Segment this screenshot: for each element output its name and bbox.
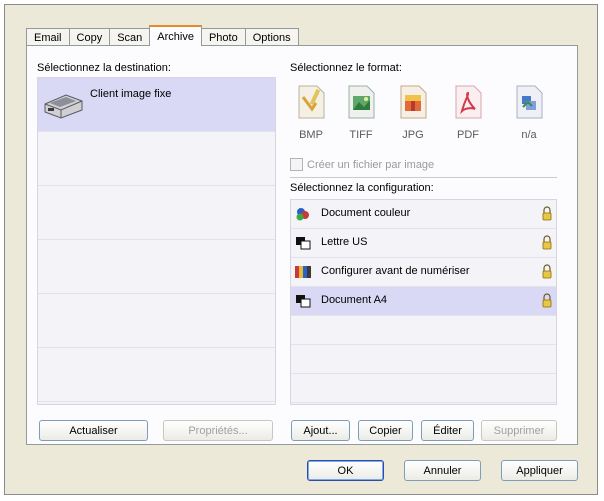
- jpg-file-icon: [396, 83, 430, 121]
- configuration-item-selected[interactable]: Document A4: [291, 287, 556, 316]
- format-label: TIFF: [349, 129, 373, 141]
- format-option-na[interactable]: n/a: [509, 83, 549, 141]
- refresh-button[interactable]: Actualiser: [39, 420, 148, 441]
- destination-empty-row: [38, 240, 275, 294]
- tiff-file-icon: [344, 83, 378, 121]
- lock-icon: [542, 264, 552, 279]
- apply-button[interactable]: Appliquer: [501, 460, 578, 481]
- divider: [290, 177, 557, 178]
- lock-icon: [542, 206, 552, 221]
- tab-copy[interactable]: Copy: [68, 28, 111, 46]
- properties-button[interactable]: Propriétés...: [163, 420, 273, 441]
- configuration-item-label: Document couleur: [321, 207, 411, 219]
- configuration-item-label: Lettre US: [321, 236, 368, 248]
- tab-archive[interactable]: Archive: [149, 25, 202, 46]
- lock-icon: [542, 235, 552, 250]
- checkbox-box[interactable]: [290, 158, 303, 171]
- configuration-empty-row: [291, 345, 556, 374]
- tab-bar: Email Copy Scan Archive Photo Options: [26, 25, 299, 46]
- lock-icon: [542, 293, 552, 308]
- tab-email[interactable]: Email: [26, 28, 70, 46]
- configure-icon: [295, 265, 311, 279]
- destination-heading: Sélectionnez la destination:: [37, 62, 171, 74]
- configuration-item-label: Document A4: [321, 294, 388, 306]
- add-button[interactable]: Ajout...: [291, 420, 350, 441]
- format-label: PDF: [457, 129, 479, 141]
- destination-item-label: Client image fixe: [90, 88, 172, 100]
- format-label: n/a: [521, 129, 537, 141]
- format-option-pdf[interactable]: PDF: [448, 83, 488, 141]
- tab-scan[interactable]: Scan: [109, 28, 151, 46]
- delete-button[interactable]: Supprimer: [481, 420, 557, 441]
- configuration-empty-row: [291, 374, 556, 403]
- format-label: BMP: [299, 129, 323, 141]
- destination-list[interactable]: Client image fixe: [37, 77, 276, 405]
- configuration-heading: Sélectionnez la configuration:: [290, 182, 434, 194]
- edit-button[interactable]: Éditer: [421, 420, 474, 441]
- tab-photo[interactable]: Photo: [200, 28, 246, 46]
- destination-empty-row: [38, 294, 275, 348]
- one-file-per-image-checkbox[interactable]: Créer un fichier par image: [290, 158, 434, 171]
- bmp-file-icon: [294, 83, 328, 121]
- destination-empty-row: [38, 348, 275, 402]
- configuration-item[interactable]: Configurer avant de numériser: [291, 258, 556, 287]
- color-document-icon: [295, 207, 311, 221]
- bw-document-icon: [295, 236, 311, 250]
- format-option-tiff[interactable]: TIFF: [341, 83, 381, 141]
- destination-empty-row: [38, 132, 275, 186]
- scanner-icon: [42, 90, 84, 123]
- configuration-list[interactable]: Document couleur Lettre US Configurer av…: [290, 199, 557, 405]
- ok-button[interactable]: OK: [307, 460, 384, 481]
- format-label: JPG: [402, 129, 424, 141]
- tab-options[interactable]: Options: [244, 28, 299, 46]
- destination-item[interactable]: Client image fixe: [38, 78, 275, 132]
- configuration-empty-row: [291, 316, 556, 345]
- pdf-file-icon: [451, 83, 485, 121]
- na-file-icon: [512, 83, 546, 121]
- destination-empty-row: [38, 402, 275, 404]
- destination-empty-row: [38, 186, 275, 240]
- checkbox-label: Créer un fichier par image: [307, 158, 435, 171]
- format-heading: Sélectionnez le format:: [290, 62, 402, 74]
- configuration-item[interactable]: Document couleur: [291, 200, 556, 229]
- format-option-jpg[interactable]: JPG: [393, 83, 433, 141]
- cancel-button[interactable]: Annuler: [404, 460, 481, 481]
- configuration-item[interactable]: Lettre US: [291, 229, 556, 258]
- copy-button[interactable]: Copier: [358, 420, 413, 441]
- format-option-bmp[interactable]: BMP: [291, 83, 331, 141]
- configuration-item-label: Configurer avant de numériser: [321, 265, 470, 277]
- bw-document-icon: [295, 294, 311, 308]
